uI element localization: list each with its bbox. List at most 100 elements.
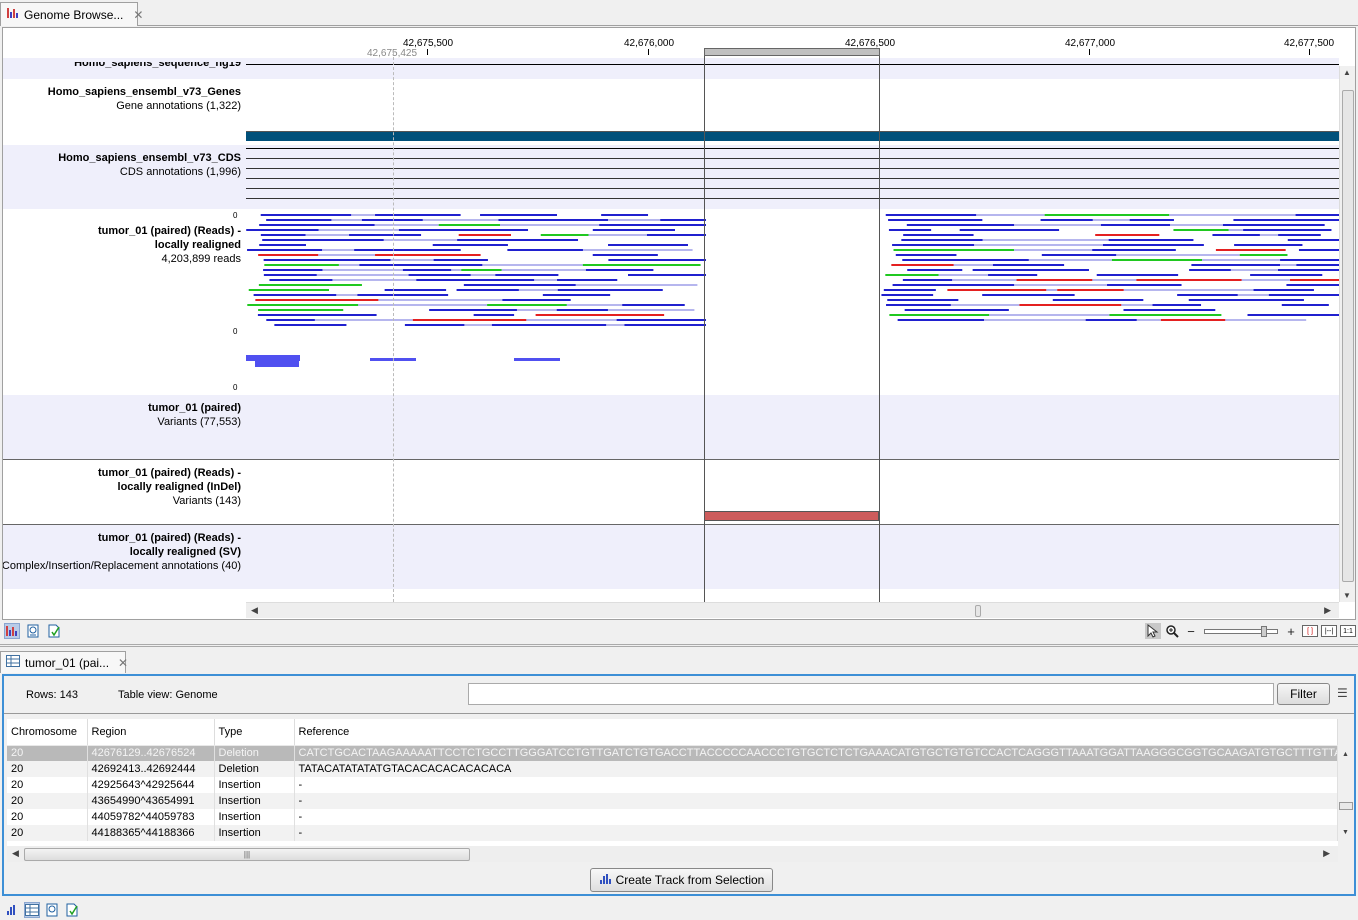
axis-label: 0 bbox=[233, 383, 238, 392]
close-icon[interactable]: ✕ bbox=[133, 8, 143, 22]
zoom-out-icon[interactable]: − bbox=[1183, 623, 1199, 639]
cds-line[interactable] bbox=[246, 148, 1339, 149]
track-name-line1: tumor_01 (paired) (Reads) - bbox=[97, 225, 241, 237]
table-row[interactable]: 20 43654990^43654991 Insertion - bbox=[7, 793, 1338, 809]
table-row[interactable]: 20 44188365^44188366 Insertion - bbox=[7, 825, 1338, 841]
cds-line[interactable] bbox=[246, 158, 1339, 159]
cell-reference: - bbox=[294, 825, 1338, 841]
scroll-down-icon[interactable]: ▼ bbox=[1343, 591, 1351, 600]
panel-splitter[interactable] bbox=[0, 644, 1358, 647]
track-cds[interactable]: Homo_sapiens_ensembl_v73_CDS CDS annotat… bbox=[3, 145, 1339, 209]
cell-region: 42676129..42676524 bbox=[87, 745, 215, 761]
column-header-reference[interactable]: Reference bbox=[294, 719, 1338, 746]
track-view-icon[interactable] bbox=[4, 623, 20, 639]
cell-region: 42692413..42692444 bbox=[87, 761, 215, 777]
element-info-icon[interactable] bbox=[64, 902, 80, 918]
history-icon[interactable] bbox=[25, 623, 41, 639]
zoom-to-fit-icon[interactable]: |--| bbox=[1321, 625, 1337, 637]
cds-line[interactable] bbox=[246, 178, 1339, 179]
ruler-tick-label: 42,677,500 bbox=[1283, 38, 1335, 49]
table-panel: Rows: 143 Table view: Genome Filter ☰ Ch… bbox=[2, 674, 1356, 896]
scroll-right-icon[interactable]: ▶ bbox=[1324, 605, 1331, 616]
zoom-to-selection-label: [ ] bbox=[1307, 627, 1313, 635]
gene-annotation-bar[interactable] bbox=[246, 131, 1339, 141]
track-variants[interactable]: tumor_01 (paired) Variants (77,553) bbox=[3, 395, 1339, 459]
table-row[interactable]: 20 42676129..42676524 Deletion CATCTGCAC… bbox=[7, 745, 1338, 761]
cell-reference: - bbox=[294, 793, 1338, 809]
zoom-to-selection-icon[interactable]: [ ] bbox=[1302, 625, 1318, 637]
zoom-slider[interactable] bbox=[1204, 625, 1278, 637]
ruler-tick bbox=[427, 49, 428, 55]
history-icon[interactable] bbox=[44, 902, 60, 918]
column-header-chromosome[interactable]: Chromosome bbox=[7, 719, 88, 746]
track-indel[interactable]: tumor_01 (paired) (Reads) - locally real… bbox=[3, 460, 1339, 524]
close-icon[interactable]: ✕ bbox=[118, 656, 128, 670]
ruler-tick bbox=[1089, 49, 1090, 55]
cds-line[interactable] bbox=[246, 168, 1339, 169]
cds-line[interactable] bbox=[246, 198, 1339, 199]
scrollbar-thumb[interactable] bbox=[1342, 90, 1354, 582]
cell-type: Insertion bbox=[214, 777, 295, 793]
scrollbar-thumb[interactable] bbox=[1339, 802, 1353, 810]
genome-browser-view[interactable]: 42,675,500 42,676,000 42,676,500 42,677,… bbox=[2, 27, 1356, 620]
ruler-tick bbox=[648, 49, 649, 55]
zoom-in-icon[interactable]: + bbox=[1283, 623, 1299, 639]
indel-deletion-variant[interactable] bbox=[704, 511, 879, 521]
scroll-left-icon[interactable]: ◀ bbox=[12, 848, 19, 859]
track-name-line1: tumor_01 (paired) (Reads) - bbox=[97, 467, 241, 479]
track-genes[interactable]: Homo_sapiens_ensembl_v73_Genes Gene anno… bbox=[3, 79, 1339, 145]
table-row[interactable]: 20 44059782^44059783 Insertion - bbox=[7, 809, 1338, 825]
table-row[interactable]: 20 42692413..42692444 Deletion TATACATAT… bbox=[7, 761, 1338, 777]
table-vertical-scrollbar[interactable]: ▲ ▼ bbox=[1338, 719, 1354, 849]
ruler-tick-label: 42,677,000 bbox=[1064, 38, 1116, 49]
column-header-type[interactable]: Type bbox=[214, 719, 295, 746]
element-info-icon[interactable] bbox=[46, 623, 62, 639]
track-name: Homo_sapiens_sequence_hg19 bbox=[74, 57, 241, 69]
zoom-slider-knob[interactable] bbox=[1260, 625, 1267, 637]
editor-tab-strip: Genome Browse... ✕ bbox=[0, 0, 1358, 26]
table-icon bbox=[6, 655, 20, 670]
scroll-up-icon[interactable]: ▲ bbox=[1343, 68, 1351, 77]
track-sv[interactable]: tumor_01 (paired) (Reads) - locally real… bbox=[3, 525, 1339, 589]
track-name-line2: locally realigned bbox=[154, 239, 241, 251]
selection-handle[interactable] bbox=[704, 48, 880, 56]
cell-reference: CATCTGCACTAAGAAAAATTCCTCTGCCTTGGGATCCTGT… bbox=[294, 745, 1338, 761]
create-track-icon bbox=[599, 873, 611, 887]
column-menu-icon[interactable]: ☰ bbox=[1337, 686, 1349, 700]
scroll-down-icon[interactable]: ▼ bbox=[1342, 829, 1349, 836]
scrollbar-thumb[interactable]: ||| bbox=[24, 848, 470, 861]
coverage-block bbox=[246, 355, 300, 361]
scroll-left-icon[interactable]: ◀ bbox=[251, 605, 258, 616]
vertical-scrollbar[interactable]: ▲ ▼ bbox=[1339, 66, 1355, 602]
create-track-label: Create Track from Selection bbox=[615, 873, 765, 887]
track-sequence[interactable]: Homo_sapiens_sequence_hg19 bbox=[3, 58, 1339, 79]
column-header-region[interactable]: Region bbox=[87, 719, 215, 746]
scroll-up-icon[interactable]: ▲ bbox=[1342, 751, 1349, 758]
tab-table[interactable]: tumor_01 (pai... ✕ bbox=[0, 651, 128, 673]
track-reads[interactable]: tumor_01 (paired) (Reads) - locally real… bbox=[3, 209, 1339, 395]
table-row[interactable]: 20 42925643^42925644 Insertion - bbox=[7, 777, 1338, 793]
zoom-to-fit-label: |--| bbox=[1324, 627, 1334, 635]
tab-genome-browser[interactable]: Genome Browse... ✕ bbox=[0, 2, 143, 26]
zoom-in-mode-icon[interactable] bbox=[1164, 623, 1180, 639]
cell-type: Insertion bbox=[214, 825, 295, 841]
cds-line[interactable] bbox=[246, 188, 1339, 189]
zoom-tools: − + [ ] |--| 1:1 bbox=[1145, 622, 1356, 640]
cell-reference: - bbox=[294, 777, 1338, 793]
horizontal-scrollbar[interactable]: ◀ ▶ bbox=[246, 602, 1339, 618]
ruler-tick bbox=[1309, 49, 1310, 55]
track-name: tumor_01 (paired) bbox=[148, 402, 241, 414]
select-mode-icon[interactable] bbox=[1145, 623, 1161, 639]
scroll-right-icon[interactable]: ▶ bbox=[1323, 848, 1330, 859]
filter-button[interactable]: Filter bbox=[1277, 683, 1330, 705]
scrollbar-thumb[interactable] bbox=[975, 605, 981, 617]
reads-pileup[interactable] bbox=[246, 209, 1339, 395]
zoom-100-icon[interactable]: 1:1 bbox=[1340, 625, 1356, 637]
cell-region: 43654990^43654991 bbox=[87, 793, 215, 809]
table-view-icon[interactable] bbox=[24, 902, 40, 918]
filter-input[interactable] bbox=[468, 683, 1274, 705]
table-horizontal-scrollbar[interactable]: ◀ ||| ▶ bbox=[7, 846, 1338, 862]
create-track-icon[interactable] bbox=[4, 902, 20, 918]
create-track-button[interactable]: Create Track from Selection bbox=[590, 868, 773, 892]
track-name: Homo_sapiens_ensembl_v73_CDS bbox=[58, 152, 241, 164]
